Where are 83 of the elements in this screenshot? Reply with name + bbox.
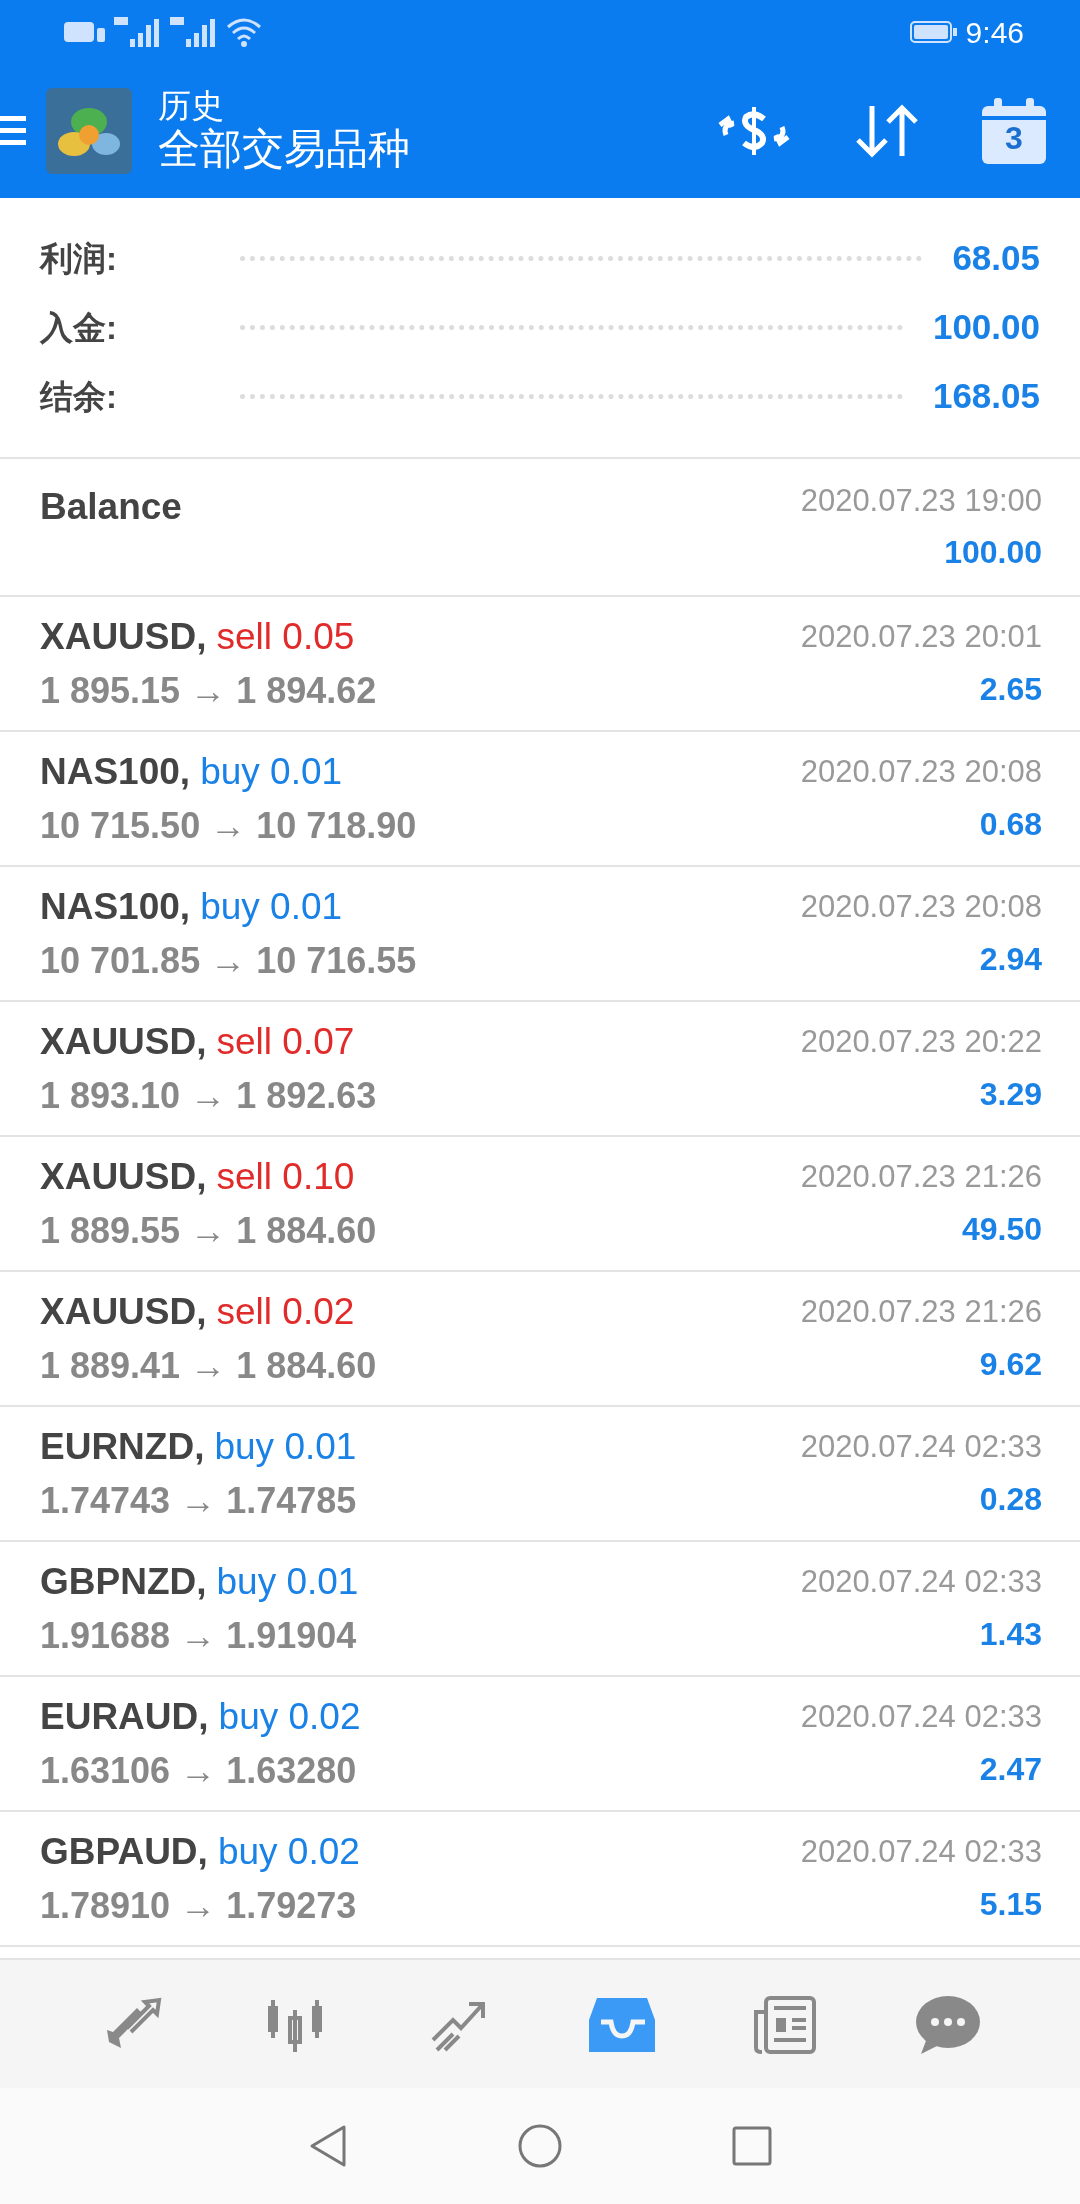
sort-icon[interactable] <box>854 102 920 160</box>
trade-symbol: XAUUSD, <box>40 1289 207 1334</box>
trade-order: buy 0.01 <box>200 749 343 794</box>
trade-order: sell 0.05 <box>216 614 355 659</box>
trade-order: buy 0.01 <box>216 1559 359 1604</box>
trade-order: buy 0.02 <box>218 1694 361 1739</box>
trade-order: sell 0.07 <box>216 1019 355 1064</box>
trade-profit: 2.65 <box>979 669 1042 709</box>
trade-symbol: GBPNZD, <box>40 1559 207 1604</box>
trade-row[interactable]: EURAUD, buy 0.02 1.63106 → 1.63280 2020.07.24 02:33 2.47 <box>0 1677 1080 1812</box>
trade-prices: 1 893.10 → 1 892.63 <box>40 1074 377 1119</box>
trade-symbol: XAUUSD, <box>40 1154 207 1199</box>
summary-label: 入金: <box>40 307 118 348</box>
trade-profit: 2.47 <box>979 1749 1042 1789</box>
trade-row[interactable]: XAUUSD, sell 0.07 1 893.10 → 1 892.63 2020.07.23 20:22 3.29 <box>0 1002 1080 1137</box>
deal-time: 2020.07.23 19:00 <box>800 481 1042 520</box>
trade-time: 2020.07.23 20:08 <box>800 888 1042 927</box>
trade-row[interactable]: XAUUSD, sell 0.05 1 895.15 → 1 894.62 2020.07.23 20:01 2.65 <box>0 597 1080 732</box>
trade-time: 2020.07.23 21:26 <box>800 1293 1042 1332</box>
summary-value: 68.05 <box>952 237 1040 280</box>
trade-profit: 5.15 <box>979 1884 1042 1924</box>
trade-symbol: EURAUD, <box>40 1694 209 1739</box>
trade-prices: 1.74743 → 1.74785 <box>40 1479 357 1524</box>
screen-title: 全部交易品种 <box>158 123 410 174</box>
signal-icon <box>170 17 218 47</box>
summary-value: 168.05 <box>932 375 1040 418</box>
trade-prices: 1 895.15 → 1 894.62 <box>40 669 377 714</box>
trade-time: 2020.07.24 02:33 <box>800 1698 1042 1737</box>
trade-profit: 0.68 <box>979 804 1042 844</box>
trade-profit: 2.94 <box>979 939 1042 979</box>
screen-subtitle: 历史 <box>158 87 225 124</box>
trade-row[interactable]: XAUUSD, sell 0.10 1 889.55 → 1 884.60 2020.07.23 21:26 49.50 <box>0 1137 1080 1272</box>
summary-label: 利润: <box>40 238 118 279</box>
trade-row[interactable]: XAUUSD, sell 0.02 1 889.41 → 1 884.60 2020.07.23 21:26 9.62 <box>0 1272 1080 1407</box>
trade-profit: 9.62 <box>979 1344 1042 1384</box>
deal-type: Balance <box>40 486 182 527</box>
trade-prices: 1.78910 → 1.79273 <box>40 1884 358 1929</box>
app-logo-icon <box>46 88 132 174</box>
trade-prices: 1.63106 → 1.63280 <box>40 1749 358 1794</box>
trade-symbol: XAUUSD, <box>40 614 207 659</box>
trade-symbol: EURNZD, <box>40 1424 205 1469</box>
battery-icon <box>909 20 958 44</box>
trade-profit: 49.50 <box>961 1209 1042 1249</box>
trade-prices: 1 889.41 → 1 884.60 <box>40 1344 377 1389</box>
trade-row[interactable]: EURNZD, buy 0.01 1.74743 → 1.74785 2020.07.24 02:33 0.28 <box>0 1407 1080 1542</box>
recents-icon[interactable] <box>732 2126 772 2166</box>
trade-order: buy 0.01 <box>214 1424 357 1469</box>
hd-icon <box>64 20 106 44</box>
summary-value: 100.00 <box>932 306 1040 349</box>
trade-symbol: NAS100, <box>40 884 191 929</box>
trade-row[interactable]: GBPNZD, buy 0.01 1.91688 → 1.91904 2020.07.24 02:33 1.43 <box>0 1542 1080 1677</box>
trade-time: 2020.07.23 21:26 <box>800 1158 1042 1197</box>
trade-time: 2020.07.24 02:33 <box>800 1428 1042 1467</box>
trade-row[interactable]: GBPAUD, buy 0.02 1.78910 → 1.79273 2020.07.24 02:33 5.15 <box>0 1812 1080 1947</box>
trade-prices: 10 701.85 → 10 716.55 <box>40 939 417 984</box>
summary-label: 结余: <box>40 376 118 417</box>
trade-profit: 0.28 <box>979 1479 1042 1519</box>
trade-time: 2020.07.23 20:01 <box>800 618 1042 657</box>
deal-amount: 100.00 <box>944 533 1042 573</box>
home-icon[interactable] <box>518 2124 562 2168</box>
trade-symbol: XAUUSD, <box>40 1019 207 1064</box>
trade-order: sell 0.02 <box>216 1289 355 1334</box>
trade-time: 2020.07.24 02:33 <box>800 1833 1042 1872</box>
trade-row[interactable]: NAS100, buy 0.01 10 715.50 → 10 718.90 2020.07.23 20:08 0.68 <box>0 732 1080 867</box>
menu-icon[interactable] <box>0 114 28 148</box>
trade-order: buy 0.01 <box>200 884 343 929</box>
trade-prices: 1 889.55 → 1 884.60 <box>40 1209 377 1254</box>
trade-time: 2020.07.23 20:22 <box>800 1023 1042 1062</box>
trade-profit: 3.29 <box>979 1074 1042 1114</box>
trade-prices: 1.91688 → 1.91904 <box>40 1614 358 1659</box>
trade-symbol: GBPAUD, <box>40 1829 208 1874</box>
trade-time: 2020.07.24 02:33 <box>800 1563 1042 1602</box>
status-time: 9:46 <box>965 14 1024 51</box>
wifi-icon <box>226 17 262 47</box>
signal-icon <box>114 17 162 47</box>
trade-time: 2020.07.23 20:08 <box>800 753 1042 792</box>
trade-order: buy 0.02 <box>217 1829 360 1874</box>
trade-row[interactable]: NAS100, buy 0.01 10 701.85 → 10 716.55 2020.07.23 20:08 2.94 <box>0 867 1080 1002</box>
back-icon[interactable] <box>308 2124 348 2168</box>
trade-prices: 10 715.50 → 10 718.90 <box>40 804 417 849</box>
trade-order: sell 0.10 <box>216 1154 355 1199</box>
trade-symbol: NAS100, <box>40 749 191 794</box>
trade-profit: 1.43 <box>979 1614 1042 1654</box>
